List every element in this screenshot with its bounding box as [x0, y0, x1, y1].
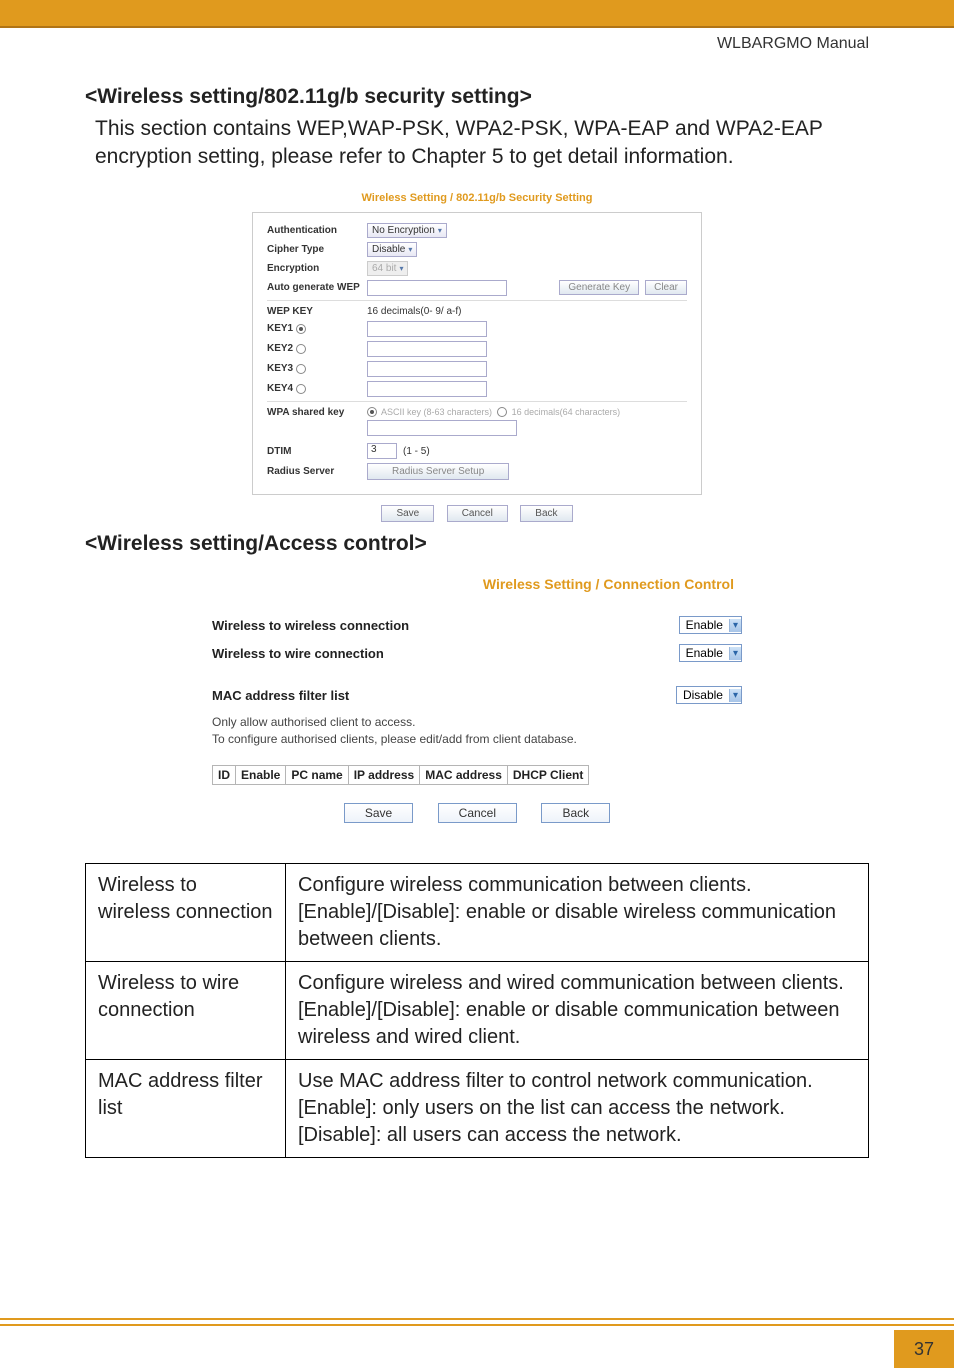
enc-label: Encryption — [267, 263, 367, 274]
top-band — [0, 0, 954, 28]
wep-hint: 16 decimals(0- 9/ a-f) — [367, 306, 461, 317]
wep-label: WEP KEY — [267, 306, 367, 317]
table-row: MAC address filter list Use MAC address … — [86, 1059, 869, 1157]
wpa-label: WPA shared key — [267, 407, 367, 418]
wpa-ascii-label: ASCII key (8-63 characters) — [381, 407, 492, 417]
def-right-2: Use MAC address filter to control networ… — [286, 1059, 869, 1157]
auth-label: Authentication — [267, 225, 367, 236]
table-row: Wireless to wireless connection Configur… — [86, 863, 869, 961]
cipher-select[interactable]: Disable — [367, 242, 417, 257]
conn-note1: Only allow authorised client to access. — [212, 714, 742, 730]
wpa-hex-label: 16 decimals(64 characters) — [512, 407, 621, 417]
sec-box-title: Wireless Setting / 802.11g/b Security Se… — [252, 192, 702, 204]
w2w-label: Wireless to wireless connection — [212, 618, 409, 633]
sec-back-button[interactable]: Back — [520, 505, 572, 522]
chevron-down-icon: ▾ — [729, 619, 741, 632]
radius-setup-button[interactable]: Radius Server Setup — [367, 463, 509, 480]
key4-label: KEY4 — [267, 383, 293, 394]
key3-radio[interactable] — [296, 364, 306, 374]
conn-title: Wireless Setting / Connection Control — [212, 576, 742, 592]
cipher-label: Cipher Type — [267, 244, 367, 255]
def-left-0: Wireless to wireless connection — [86, 863, 286, 961]
w2w-select[interactable]: Enable▾ — [679, 616, 742, 634]
section-1-title: <Wireless setting/802.11g/b security set… — [85, 85, 869, 109]
th-ip: IP address — [348, 765, 419, 784]
conn-cancel-button[interactable]: Cancel — [438, 803, 517, 823]
w2wire-label: Wireless to wire connection — [212, 646, 384, 661]
mac-filter-table: ID Enable PC name IP address MAC address… — [212, 765, 589, 785]
th-id: ID — [213, 765, 236, 784]
wpa-ascii-radio[interactable] — [367, 407, 377, 417]
def-left-2: MAC address filter list — [86, 1059, 286, 1157]
section-1-text: This section contains WEP,WAP-PSK, WPA2-… — [95, 115, 869, 172]
sec-cancel-button[interactable]: Cancel — [447, 505, 508, 522]
auth-select[interactable]: No Encryption — [367, 223, 447, 238]
key3-input[interactable] — [367, 361, 487, 377]
key1-label: KEY1 — [267, 323, 293, 334]
dtim-label: DTIM — [267, 446, 367, 457]
key4-radio[interactable] — [296, 384, 306, 394]
key4-input[interactable] — [367, 381, 487, 397]
security-screenshot: Wireless Setting / 802.11g/b Security Se… — [252, 192, 702, 523]
def-right-0: Configure wireless communication between… — [286, 863, 869, 961]
dtim-range: (1 - 5) — [403, 446, 430, 457]
generate-key-button[interactable]: Generate Key — [559, 280, 639, 295]
conn-note2: To configure authorised clients, please … — [212, 731, 742, 747]
dtim-input[interactable]: 3 — [367, 443, 397, 459]
th-enable: Enable — [236, 765, 286, 784]
key2-radio[interactable] — [296, 344, 306, 354]
conn-screenshot: Wireless Setting / Connection Control Wi… — [212, 576, 742, 822]
enc-select: 64 bit — [367, 261, 408, 276]
sec-save-button[interactable]: Save — [381, 505, 434, 522]
mac-label: MAC address filter list — [212, 688, 349, 703]
footer: 37 — [0, 1318, 954, 1368]
th-mac: MAC address — [420, 765, 508, 784]
wpa-hex-radio[interactable] — [497, 407, 507, 417]
th-dhcp: DHCP Client — [507, 765, 588, 784]
wpa-input[interactable] — [367, 420, 517, 436]
w2wire-select[interactable]: Enable▾ — [679, 644, 742, 662]
definitions-table: Wireless to wireless connection Configur… — [85, 863, 869, 1158]
mac-select[interactable]: Disable▾ — [676, 686, 742, 704]
def-right-1: Configure wireless and wired communicati… — [286, 961, 869, 1059]
autogen-input[interactable] — [367, 280, 507, 296]
manual-title: WLBARGMO Manual — [717, 35, 869, 53]
conn-save-button[interactable]: Save — [344, 803, 413, 823]
key1-radio[interactable] — [296, 324, 306, 334]
key1-input[interactable] — [367, 321, 487, 337]
autogen-label: Auto generate WEP — [267, 282, 367, 293]
section-2-title: <Wireless setting/Access control> — [85, 532, 869, 556]
table-row: Wireless to wire connection Configure wi… — [86, 961, 869, 1059]
conn-back-button[interactable]: Back — [541, 803, 610, 823]
th-pcname: PC name — [286, 765, 348, 784]
key2-input[interactable] — [367, 341, 487, 357]
page-number: 37 — [894, 1330, 954, 1368]
chevron-down-icon: ▾ — [729, 689, 741, 702]
radius-label: Radius Server — [267, 466, 367, 477]
chevron-down-icon: ▾ — [729, 647, 741, 660]
key3-label: KEY3 — [267, 363, 293, 374]
key2-label: KEY2 — [267, 343, 293, 354]
clear-button[interactable]: Clear — [645, 280, 687, 295]
def-left-1: Wireless to wire connection — [86, 961, 286, 1059]
